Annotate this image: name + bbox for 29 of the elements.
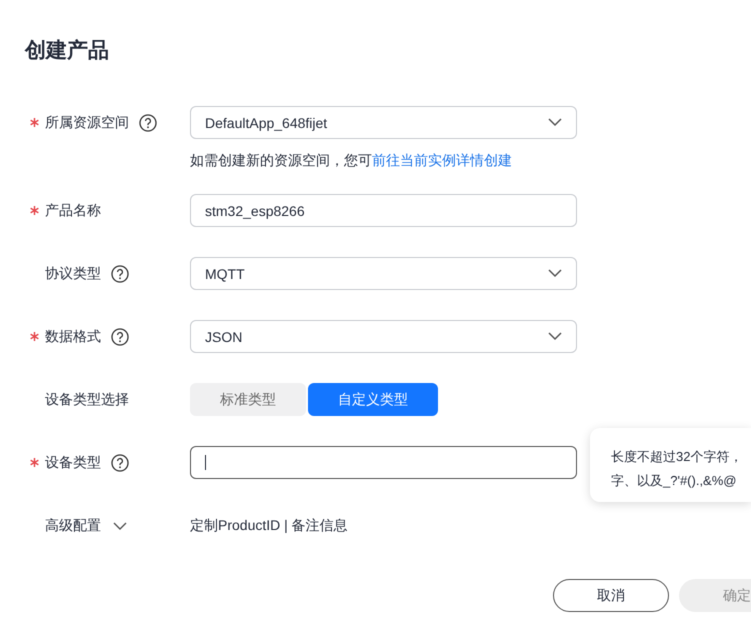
field-label: 所属资源空间 (45, 114, 129, 132)
chevron-down-icon[interactable] (113, 520, 127, 530)
chevron-down-icon (548, 269, 562, 278)
help-icon[interactable] (111, 328, 129, 346)
segment-tab[interactable]: 自定义类型 (308, 383, 438, 416)
select-field[interactable]: JSON (190, 320, 577, 353)
text-input-field[interactable]: stm32_esp8266 (190, 194, 577, 227)
field-label: 产品名称 (45, 202, 101, 220)
advanced-summary: 定制ProductID | 备注信息 (190, 516, 348, 535)
select-field[interactable]: MQTT (190, 257, 577, 290)
field-label: 数据格式 (45, 328, 101, 346)
help-icon[interactable] (111, 454, 129, 472)
tooltip-text: 长度不超过32个字符， (611, 448, 744, 466)
field-label: 设备类型选择 (45, 390, 129, 408)
chevron-down-icon (548, 118, 562, 127)
hint-text: 如需创建新的资源空间，您可前往当前实例详情创建 (190, 152, 512, 168)
select-field[interactable]: DefaultApp_648fijet (190, 106, 577, 139)
cancel-button[interactable]: 取消 (553, 579, 669, 612)
dialog-title: 创建产品 (25, 38, 109, 64)
field-label: 协议类型 (45, 264, 101, 282)
create-link[interactable]: 前往当前实例详情创建 (372, 152, 512, 168)
text-input-field[interactable] (190, 446, 577, 479)
chevron-down-icon (548, 332, 562, 341)
tooltip-text: 字、以及_?'#().,&%@ (611, 472, 738, 490)
help-icon[interactable] (111, 264, 129, 282)
field-label: 高级配置 (45, 516, 101, 534)
field-label: 设备类型 (45, 454, 101, 472)
help-icon[interactable] (139, 114, 157, 132)
segment-tab[interactable]: 标准类型 (190, 383, 306, 416)
